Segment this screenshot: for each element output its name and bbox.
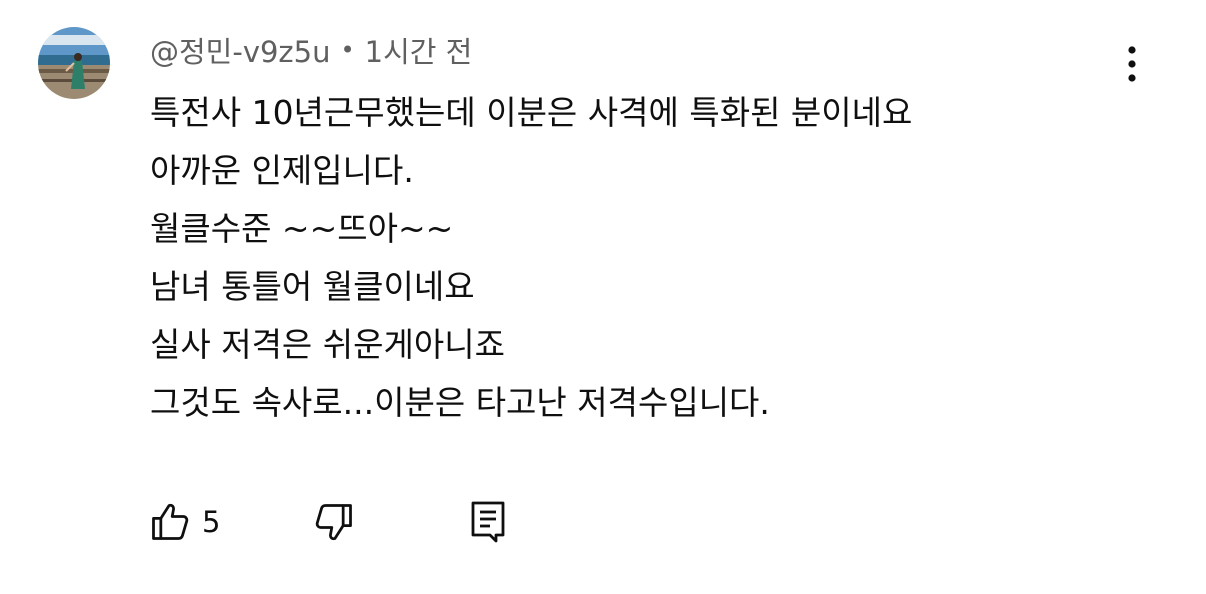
- comment-reply-icon: [472, 501, 505, 543]
- comment-line: 특전사 10년근무했는데 이분은 사격에 특화된 분이네요: [150, 93, 913, 132]
- thumbs-up-icon: [152, 503, 189, 540]
- avatar-image: [38, 27, 110, 99]
- comment-header: @정민-v9z5u • 1시간 전: [150, 30, 472, 70]
- author-name[interactable]: @정민-v9z5u: [150, 29, 331, 71]
- comment-line: 그것도 속사로...이분은 타고난 저격수입니다.: [150, 383, 770, 422]
- dislike-button[interactable]: [312, 500, 356, 544]
- meta-separator: •: [340, 36, 355, 64]
- like-count: 5: [202, 505, 221, 539]
- comment-line: 월클수준 ~~뜨아~~: [150, 209, 454, 248]
- reply-button[interactable]: [468, 498, 508, 546]
- comment-text: 특전사 10년근무했는데 이분은 사격에 특화된 분이네요 아까운 인제입니다.…: [150, 84, 1110, 432]
- like-button[interactable]: 5: [148, 500, 220, 544]
- avatar[interactable]: [38, 27, 110, 99]
- comment-actions: 5: [148, 495, 508, 549]
- more-options-button[interactable]: [1112, 40, 1152, 88]
- comment-line: 실사 저격은 쉬운게아니죠: [150, 325, 505, 364]
- vertical-dots-icon: [1128, 46, 1136, 82]
- thumbs-down-icon: [316, 504, 353, 541]
- comment-timestamp[interactable]: 1시간 전: [365, 29, 473, 71]
- comment-line: 남녀 통틀어 월클이네요: [150, 267, 475, 306]
- comment-line: 아까운 인제입니다.: [150, 151, 414, 190]
